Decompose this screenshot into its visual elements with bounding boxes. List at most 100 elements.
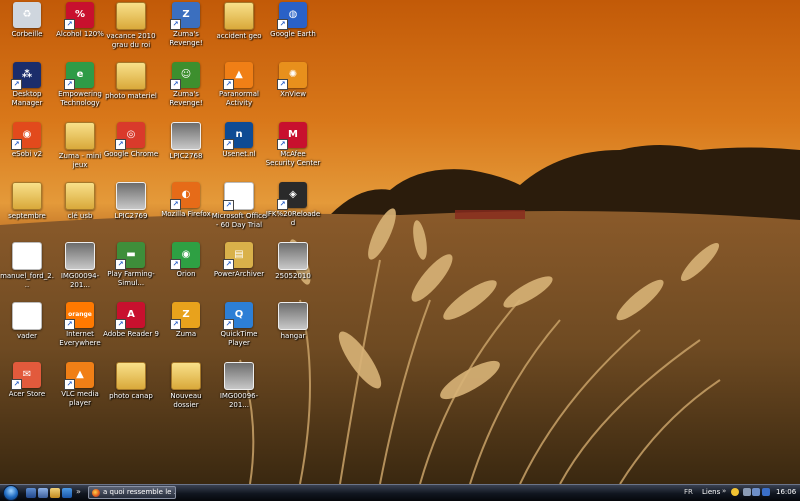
esobi-icon: ◉ ↗: [11, 122, 41, 150]
jfk-reloaded-icon: ◈ ↗: [277, 182, 307, 210]
desktop-shortcut[interactable]: vacance 2010 grau du roi: [103, 2, 159, 49]
desktop-shortcut[interactable]: 25052010: [265, 242, 321, 281]
desktop-shortcut[interactable]: ☺ ↗ Zuma's Revenge!: [158, 62, 214, 107]
show-desktop-icon[interactable]: [26, 488, 36, 498]
google-earth-icon: ◍ ↗: [277, 2, 307, 30]
folder-quicklaunch-icon[interactable]: [50, 488, 60, 498]
desktop-shortcut[interactable]: ▦ vader: [0, 302, 55, 341]
language-indicator[interactable]: FR: [684, 488, 693, 496]
desktop-shortcut[interactable]: n ↗ Usenet.nl: [211, 122, 267, 159]
shortcut-arrow-icon: ↗: [64, 19, 75, 30]
shortcut-arrow-icon: ↗: [277, 199, 288, 210]
desktop-shortcut-label: Internet Everywhere: [59, 330, 101, 347]
desktop-shortcut[interactable]: A ↗ Adobe Reader 9: [103, 302, 159, 339]
switch-windows-icon[interactable]: [38, 488, 48, 498]
image-file-icon: [278, 242, 308, 270]
folder-icon: [65, 122, 95, 150]
network-tray-icon[interactable]: [743, 488, 751, 496]
desktop-shortcut[interactable]: photo canap: [103, 362, 159, 401]
desktop-shortcut-label: VLC media player: [61, 390, 99, 407]
desktop-shortcut[interactable]: ▲ ↗ Paranormal Activity: [211, 62, 267, 107]
desktop-shortcut[interactable]: e ↗ Empowering Technology: [52, 62, 108, 107]
desktop-shortcut[interactable]: % ↗ Alcohol 120%: [52, 2, 108, 39]
desktop-shortcut[interactable]: ◍ ↗ Google Earth: [265, 2, 321, 39]
desktop-shortcut-label: eSobi v2: [11, 150, 43, 158]
desktop-shortcut[interactable]: Z ↗ Zuma's Revenge!: [158, 2, 214, 47]
shortcut-arrow-icon: ↗: [277, 79, 288, 90]
desktop-shortcut-label: Paranormal Activity: [219, 90, 259, 107]
desktop-shortcut-label: Adobe Reader 9: [103, 330, 159, 338]
desktop-shortcut[interactable]: ◉ ↗ eSobi v2: [0, 122, 55, 159]
desktop-shortcut[interactable]: Zuma - mini jeux: [52, 122, 108, 169]
desktop-shortcut[interactable]: Nouveau dossier: [158, 362, 214, 409]
folder-icon: [116, 362, 146, 390]
desktop-shortcut-label: QuickTime Player: [220, 330, 258, 347]
desktop-shortcut[interactable]: ♻ Corbeille: [0, 2, 55, 39]
desktop-shortcut[interactable]: ⁂ ↗ Desktop Manager: [0, 62, 55, 107]
desktop-shortcut[interactable]: hangar: [265, 302, 321, 341]
power-tray-icon[interactable]: [762, 488, 770, 496]
taskbar-window-button[interactable]: a quoi ressemble le ...: [88, 486, 176, 499]
farming-simulator-icon: ▬ ↗: [115, 242, 145, 270]
empowering-technology-icon: e ↗: [64, 62, 94, 90]
desktop-shortcut-label: Corbeille: [11, 30, 43, 38]
windows-start-orb-icon[interactable]: [3, 485, 19, 501]
desktop-shortcut-label: Nouveau dossier: [170, 392, 202, 409]
desktop-shortcut[interactable]: ✺ ↗ XnView: [265, 62, 321, 99]
adobe-reader-icon: A ↗: [115, 302, 145, 330]
icon-glyph: orange: [68, 311, 92, 318]
image-file-icon: [116, 182, 146, 210]
desktop-shortcut-label: Mozilla Firefox: [161, 210, 211, 218]
google-chrome-icon: ◎ ↗: [115, 122, 145, 150]
desktop-shortcut[interactable]: clé usb: [52, 182, 108, 221]
volume-tray-icon[interactable]: [752, 488, 760, 496]
desktop-shortcut[interactable]: IMG00096-201...: [211, 362, 267, 409]
desktop-shortcut[interactable]: ◈ ↗ JFK%20Reloaded: [265, 182, 321, 227]
internet-explorer-icon[interactable]: [62, 488, 72, 498]
xnview-icon: ✺ ↗: [277, 62, 307, 90]
messenger-tray-icon[interactable]: [731, 488, 739, 496]
desktop-shortcut-label: Zuma - mini jeux: [58, 152, 102, 169]
zuma-icon: Z ↗: [170, 302, 200, 330]
desktop-shortcut[interactable]: Q ↗ QuickTime Player: [211, 302, 267, 347]
desktop-shortcut[interactable]: LPIC2768: [158, 122, 214, 161]
taskbar-window-label: a quoi ressemble le ...: [103, 488, 176, 496]
acer-store-icon: ✉ ↗: [11, 362, 41, 390]
shortcut-arrow-icon: ↗: [64, 379, 75, 390]
desktop-shortcut-label: Alcohol 120%: [56, 30, 104, 38]
desktop-shortcut[interactable]: accident geo: [211, 2, 267, 41]
desktop-icon-area: ♻ Corbeille% ↗ Alcohol 120% vacance 2010 gra…: [0, 0, 800, 484]
desktop-shortcut[interactable]: photo materiel: [103, 62, 159, 101]
quick-launch-chevron[interactable]: »: [76, 487, 81, 496]
desktop-shortcut[interactable]: ◉ ↗ Orion: [158, 242, 214, 279]
desktop-shortcut[interactable]: ▦ manuel_ford_2...: [0, 242, 55, 289]
desktop-shortcut[interactable]: ◐ ↗ Mozilla Firefox: [158, 182, 214, 219]
desktop-shortcut[interactable]: ✉ ↗ Acer Store: [0, 362, 55, 399]
desktop-shortcut-label: hangar: [280, 332, 306, 340]
icon-glyph: n: [235, 129, 243, 140]
desktop-shortcut[interactable]: IMG00094-201...: [52, 242, 108, 289]
desktop-shortcut-label: clé usb: [67, 212, 93, 220]
desktop-shortcut[interactable]: septembre: [0, 182, 55, 221]
links-toolbar-label[interactable]: Liens: [702, 488, 720, 496]
desktop-shortcut[interactable]: orange ↗ Internet Everywhere: [52, 302, 108, 347]
desktop-shortcut[interactable]: ▲ ↗ VLC media player: [52, 362, 108, 407]
desktop-shortcut[interactable]: LPIC2769: [103, 182, 159, 221]
desktop-shortcut[interactable]: ▤ ↗ PowerArchiver: [211, 242, 267, 279]
desktop-shortcut-label: photo canap: [109, 392, 153, 400]
shortcut-arrow-icon: ↗: [277, 19, 288, 30]
links-chevron[interactable]: »: [722, 487, 726, 495]
desktop-shortcut-label: manuel_ford_2...: [0, 272, 54, 289]
desktop-shortcut-label: Zuma's Revenge!: [169, 90, 203, 107]
desktop-shortcut[interactable]: Z ↗ Zuma: [158, 302, 214, 339]
shortcut-arrow-icon: ↗: [170, 79, 181, 90]
desktop-shortcut[interactable]: ◎ ↗ Google Chrome: [103, 122, 159, 159]
shortcut-arrow-icon: ↗: [170, 199, 181, 210]
system-clock[interactable]: 16:06: [776, 488, 796, 496]
icon-glyph: ◎: [126, 129, 136, 140]
desktop-shortcut[interactable]: ▶ ↗ Microsoft Office - 60 Day Trial: [211, 182, 267, 229]
icon-glyph: ▶: [235, 190, 243, 201]
desktop-shortcut-label: 25052010: [275, 272, 311, 280]
desktop-shortcut[interactable]: ▬ ↗ Play Farming-Simul...: [103, 242, 159, 287]
desktop-shortcut[interactable]: M ↗ McAfee Security Center: [265, 122, 321, 167]
